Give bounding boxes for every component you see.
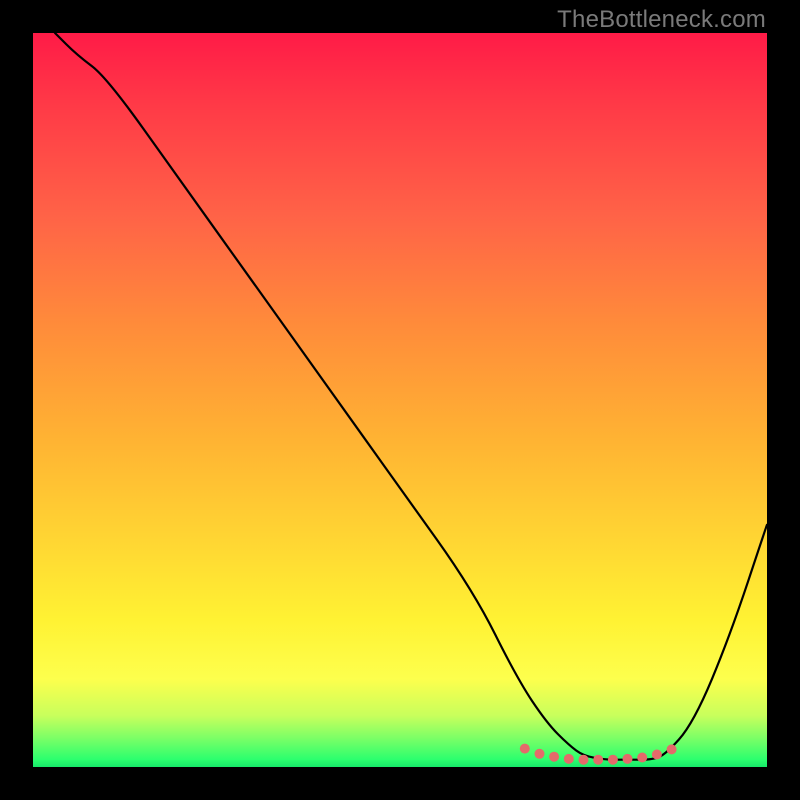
optimal-dot <box>652 750 662 760</box>
optimal-dot <box>520 744 530 754</box>
optimal-dot <box>667 744 677 754</box>
watermark-text: TheBottleneck.com <box>557 6 766 34</box>
bottleneck-curve-svg <box>33 33 767 767</box>
chart-frame: TheBottleneck.com <box>0 0 800 800</box>
optimal-dot <box>608 755 618 765</box>
plot-area <box>33 33 767 767</box>
optimal-dot <box>535 749 545 759</box>
optimal-range-dots <box>520 744 677 765</box>
optimal-dot <box>637 753 647 763</box>
optimal-dot <box>579 755 589 765</box>
optimal-dot <box>549 752 559 762</box>
optimal-dot <box>564 754 574 764</box>
optimal-dot <box>593 755 603 765</box>
bottleneck-curve-line <box>55 33 767 760</box>
optimal-dot <box>623 754 633 764</box>
